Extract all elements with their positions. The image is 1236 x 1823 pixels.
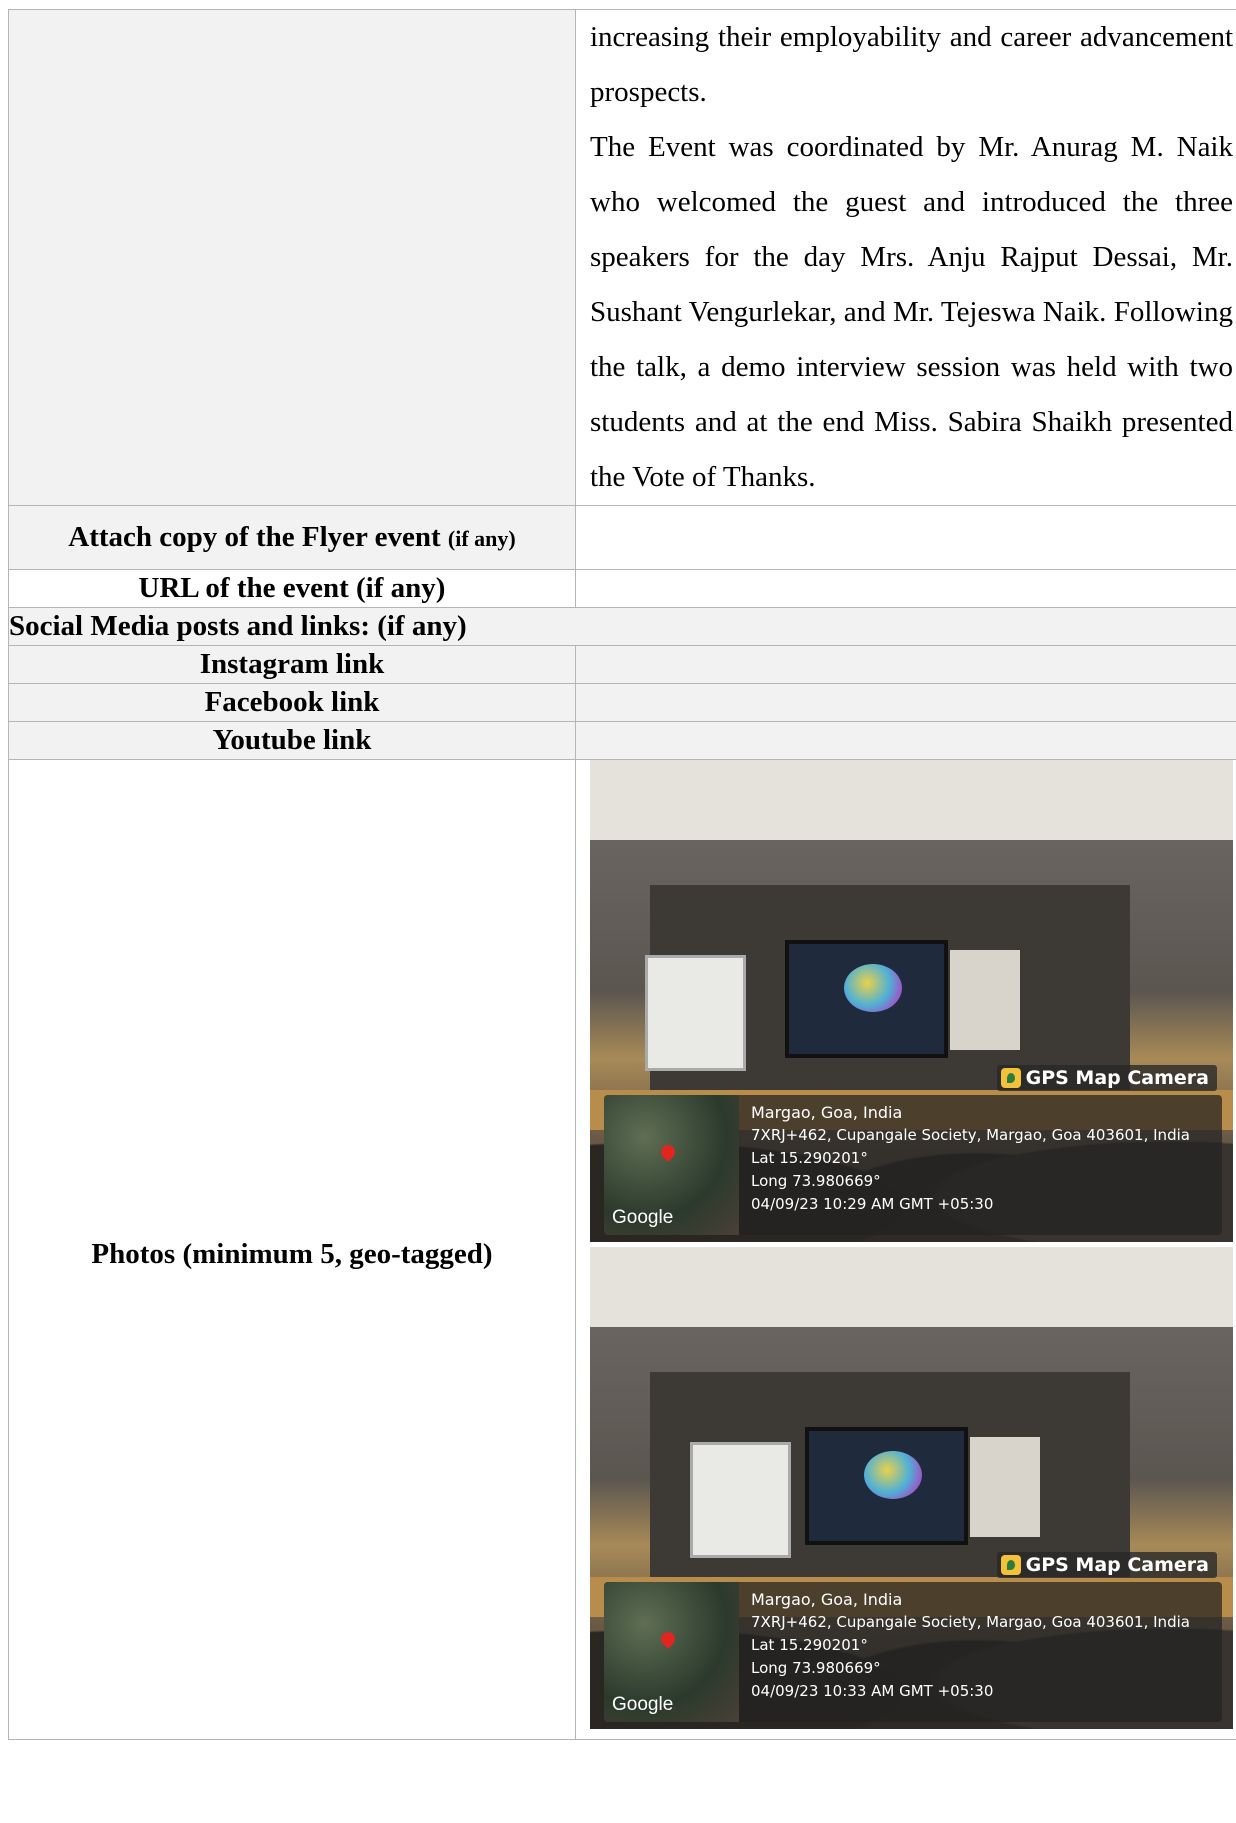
gps-badge-text: GPS Map Camera xyxy=(1025,1554,1209,1576)
facebook-row: Facebook link xyxy=(8,683,1236,722)
gps-info-panel: Google Margao, Goa, India 7XRJ+462, Cupa… xyxy=(604,1582,1222,1722)
screen-graphic xyxy=(864,1451,922,1499)
flyer-row: Attach copy of the Flyer event (if any) xyxy=(8,505,1236,570)
social-header: Social Media posts and links: (if any) xyxy=(8,607,1236,646)
instagram-label: Instagram link xyxy=(8,645,576,684)
mini-map: Google xyxy=(604,1582,739,1722)
url-label: URL of the event (if any) xyxy=(8,569,576,608)
flyer-label: Attach copy of the Flyer event (if any) xyxy=(8,505,576,570)
gps-address: 7XRJ+462, Cupangale Society, Margao, Goa… xyxy=(751,1126,1190,1144)
wall-poster xyxy=(970,1437,1040,1537)
gps-timestamp: 04/09/23 10:33 AM GMT +05:30 xyxy=(751,1682,994,1700)
narrative-label-cell xyxy=(8,9,576,506)
gps-address: 7XRJ+462, Cupangale Society, Margao, Goa… xyxy=(751,1613,1190,1631)
flyer-value[interactable] xyxy=(575,505,1236,570)
whiteboard xyxy=(645,955,746,1071)
instagram-value[interactable] xyxy=(575,645,1236,684)
photos-cell: GPS Map Camera Google Margao, Goa, India… xyxy=(575,759,1236,1740)
social-header-row: Social Media posts and links: (if any) xyxy=(8,607,1236,646)
instagram-row: Instagram link xyxy=(8,645,1236,684)
gps-text: Margao, Goa, India 7XRJ+462, Cupangale S… xyxy=(739,1582,1190,1722)
youtube-label: Youtube link xyxy=(8,721,576,760)
google-logo: Google xyxy=(612,1694,674,1715)
gps-camera-logo-icon xyxy=(1000,1555,1021,1575)
google-logo: Google xyxy=(612,1207,674,1228)
whiteboard xyxy=(690,1442,791,1558)
gps-timestamp: 04/09/23 10:29 AM GMT +05:30 xyxy=(751,1195,994,1213)
url-row: URL of the event (if any) xyxy=(8,569,1236,608)
flyer-label-text: Attach copy of the Flyer event xyxy=(68,521,441,553)
flyer-label-suffix: (if any) xyxy=(447,526,516,551)
wall-poster xyxy=(950,950,1020,1050)
facebook-value[interactable] xyxy=(575,683,1236,722)
mini-map: Google xyxy=(604,1095,739,1235)
url-value[interactable] xyxy=(575,569,1236,608)
narrative-line-top: increasing their employability and caree… xyxy=(590,21,1233,108)
map-pin-icon xyxy=(658,1629,678,1649)
screen-graphic xyxy=(844,964,902,1012)
map-pin-icon xyxy=(658,1142,678,1162)
gps-long: Long 73.980669° xyxy=(751,1659,881,1677)
narrative-paragraph: The Event was coordinated by Mr. Anurag … xyxy=(590,131,1233,493)
photos-label: Photos (minimum 5, geo-tagged) xyxy=(8,759,576,1740)
photo-ceiling xyxy=(590,760,1233,840)
display-screen xyxy=(785,940,948,1058)
gps-map-camera-badge: GPS Map Camera xyxy=(996,1552,1217,1578)
gps-map-camera-badge: GPS Map Camera xyxy=(996,1065,1217,1091)
gps-place: Margao, Goa, India xyxy=(751,1103,903,1122)
photo-ceiling xyxy=(590,1247,1233,1327)
event-photo-1: GPS Map Camera Google Margao, Goa, India… xyxy=(590,760,1233,1242)
youtube-value[interactable] xyxy=(575,721,1236,760)
facebook-label: Facebook link xyxy=(8,683,576,722)
narrative-text: increasing their employability and caree… xyxy=(576,10,1236,505)
gps-badge-text: GPS Map Camera xyxy=(1025,1067,1209,1089)
youtube-row: Youtube link xyxy=(8,721,1236,760)
narrative-cell: increasing their employability and caree… xyxy=(575,9,1236,506)
narrative-row: increasing their employability and caree… xyxy=(8,9,1236,506)
gps-lat: Lat 15.290201° xyxy=(751,1636,868,1654)
photos-row: Photos (minimum 5, geo-tagged) GPS Map C… xyxy=(8,759,1236,1740)
gps-long: Long 73.980669° xyxy=(751,1172,881,1190)
event-report-table: increasing their employability and caree… xyxy=(8,9,1236,1740)
gps-lat: Lat 15.290201° xyxy=(751,1149,868,1167)
display-screen xyxy=(805,1427,968,1545)
event-photo-2: GPS Map Camera Google Margao, Goa, India… xyxy=(590,1247,1233,1729)
gps-camera-logo-icon xyxy=(1000,1068,1021,1088)
gps-place: Margao, Goa, India xyxy=(751,1590,903,1609)
gps-text: Margao, Goa, India 7XRJ+462, Cupangale S… xyxy=(739,1095,1190,1235)
gps-info-panel: Google Margao, Goa, India 7XRJ+462, Cupa… xyxy=(604,1095,1222,1235)
